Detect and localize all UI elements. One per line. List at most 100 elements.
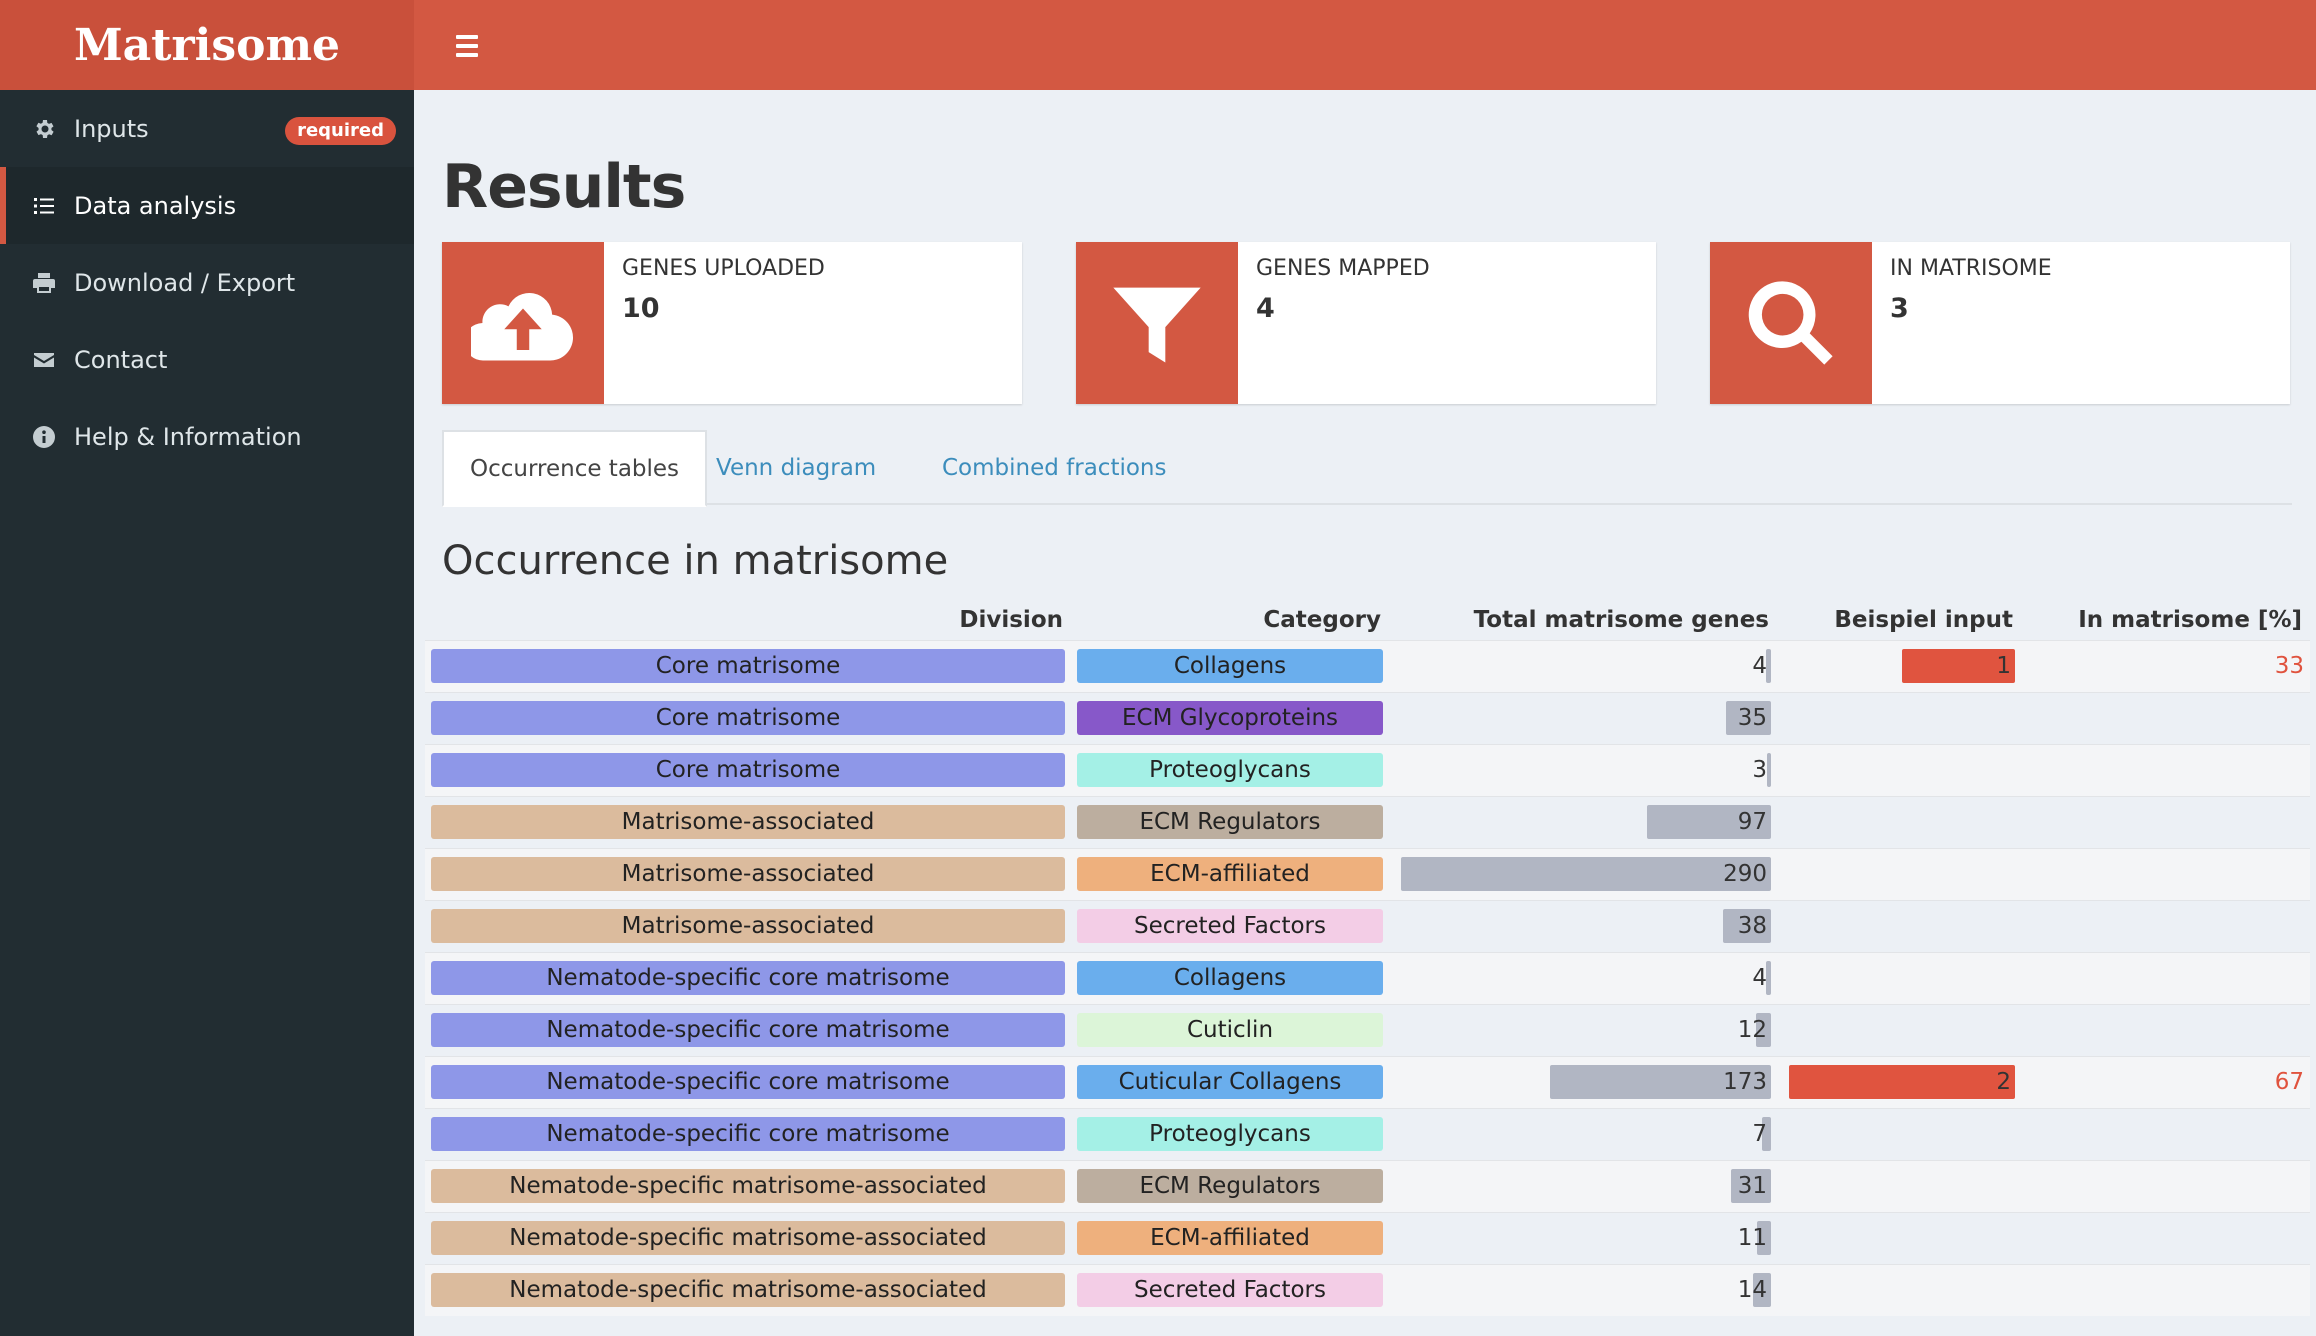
stat-value: 4 [1256,293,1275,324]
category-cell: Collagens [1071,639,1389,692]
stat-genes-mapped: GENES MAPPED 4 [1076,242,1656,404]
category-pill: Cuticlin [1077,1013,1383,1047]
column-header-division[interactable]: Division [425,600,1071,640]
stat-in-matrisome: IN MATRISOME 3 [1710,242,2290,404]
total-cell: 7 [1389,1107,1777,1160]
sidebar: Inputs required Data analysis Download /… [0,90,414,1336]
sidebar-item-inputs[interactable]: Inputs required [0,90,414,167]
sidebar-item-contact[interactable]: Contact [0,321,414,398]
pct-cell [2021,951,2310,1004]
category-pill: ECM-affiliated [1077,1221,1383,1255]
input-cell [1777,795,2021,848]
division-pill: Matrisome-associated [431,909,1065,943]
division-cell: Core matrisome [425,691,1071,744]
total-value: 11 [1737,1225,1767,1251]
pct-cell [2021,899,2310,952]
input-cell [1777,691,2021,744]
category-pill: Secreted Factors [1077,1273,1383,1308]
total-cell: 11 [1389,1211,1777,1264]
input-value: 2 [1996,1069,2011,1095]
category-cell: Proteoglycans [1071,1107,1389,1160]
category-pill: Collagens [1077,961,1383,995]
total-value: 35 [1737,705,1767,731]
sidebar-item-download-export[interactable]: Download / Export [0,244,414,321]
app-logo[interactable]: Matrisome [0,0,414,90]
pct-cell [2021,1003,2310,1056]
sidebar-item-label: Contact [74,345,168,374]
category-cell: Proteoglycans [1071,743,1389,796]
total-bar [1767,753,1771,787]
division-cell: Nematode-specific core matrisome [425,951,1071,1004]
cloud-upload-icon [442,242,604,404]
total-cell: 12 [1389,1003,1777,1056]
tab-occurrence-tables[interactable]: Occurrence tables [442,430,708,507]
sidebar-toggle-icon[interactable] [442,28,492,64]
division-cell: Nematode-specific core matrisome [425,1107,1071,1160]
division-pill: Nematode-specific matrisome-associated [431,1221,1065,1255]
total-cell: 31 [1389,1159,1777,1212]
main-content: Results GENES UPLOADED 10 GENES MAPPED 4… [414,90,2316,1336]
total-cell: 3 [1389,743,1777,796]
stat-label: GENES MAPPED [1256,256,1430,281]
occurrence-table: Division Category Total matrisome genes … [425,600,2310,1316]
tab-venn-diagram[interactable]: Venn diagram [690,430,902,505]
pct-cell [2021,691,2310,744]
total-value: 31 [1737,1173,1767,1199]
division-pill: Nematode-specific core matrisome [431,1013,1065,1047]
category-cell: Secreted Factors [1071,1263,1389,1316]
division-cell: Matrisome-associated [425,847,1071,900]
tab-combined-fractions[interactable]: Combined fractions [916,430,1193,505]
division-cell: Nematode-specific matrisome-associated [425,1211,1071,1264]
pct-cell [2021,1263,2310,1316]
pct-cell: 67 [2021,1055,2310,1108]
pct-cell [2021,1107,2310,1160]
category-pill: ECM Regulators [1077,1169,1383,1203]
category-pill: ECM Regulators [1077,805,1383,839]
stat-value: 3 [1890,293,1909,324]
pct-cell [2021,795,2310,848]
sidebar-item-label: Data analysis [74,191,237,220]
category-cell: Cuticlin [1071,1003,1389,1056]
results-tabs: Occurrence tables Venn diagram Combined … [442,430,2292,507]
total-cell: 38 [1389,899,1777,952]
total-cell: 4 [1389,639,1777,692]
category-cell: ECM-affiliated [1071,1211,1389,1264]
total-value: 3 [1752,757,1767,783]
input-value: 1 [1996,653,2011,679]
required-badge: required [285,117,396,145]
division-cell: Nematode-specific matrisome-associated [425,1263,1071,1316]
category-pill: Collagens [1077,649,1383,683]
column-header-in-matrisome-pct[interactable]: In matrisome [%] [2021,600,2310,640]
search-icon [1710,242,1872,404]
input-cell: 1 [1777,639,2021,692]
input-bar [1789,1065,2015,1099]
input-cell [1777,899,2021,952]
division-pill: Nematode-specific matrisome-associated [431,1273,1065,1308]
pct-cell [2021,1211,2310,1264]
division-pill: Core matrisome [431,649,1065,683]
column-header-category[interactable]: Category [1071,600,1389,640]
total-cell: 4 [1389,951,1777,1004]
table-row: Core matrisome Collagens 4 1 33 [425,639,2310,692]
total-value: 14 [1737,1277,1767,1304]
division-cell: Nematode-specific matrisome-associated [425,1159,1071,1212]
pct-cell [2021,743,2310,796]
column-header-beispiel-input[interactable]: Beispiel input [1777,600,2021,640]
division-cell: Core matrisome [425,639,1071,692]
category-cell: ECM-affiliated [1071,847,1389,900]
total-cell: 14 [1389,1263,1777,1316]
table-row: Core matrisome ECM Glycoproteins 35 [425,691,2310,744]
sidebar-item-help-information[interactable]: Help & Information [0,398,414,475]
division-cell: Core matrisome [425,743,1071,796]
sidebar-item-data-analysis[interactable]: Data analysis [0,167,414,244]
division-pill: Nematode-specific core matrisome [431,1117,1065,1151]
envelope-icon [34,352,54,367]
division-cell: Nematode-specific core matrisome [425,1003,1071,1056]
column-header-total-matrisome-genes[interactable]: Total matrisome genes [1389,600,1777,640]
sidebar-item-label: Help & Information [74,422,302,451]
page-title: Results [442,152,686,222]
stat-label: IN MATRISOME [1890,256,2052,281]
division-cell: Nematode-specific core matrisome [425,1055,1071,1108]
sidebar-item-label: Inputs [74,114,149,143]
table-row: Nematode-specific core matrisome Collagen… [425,951,2310,1004]
